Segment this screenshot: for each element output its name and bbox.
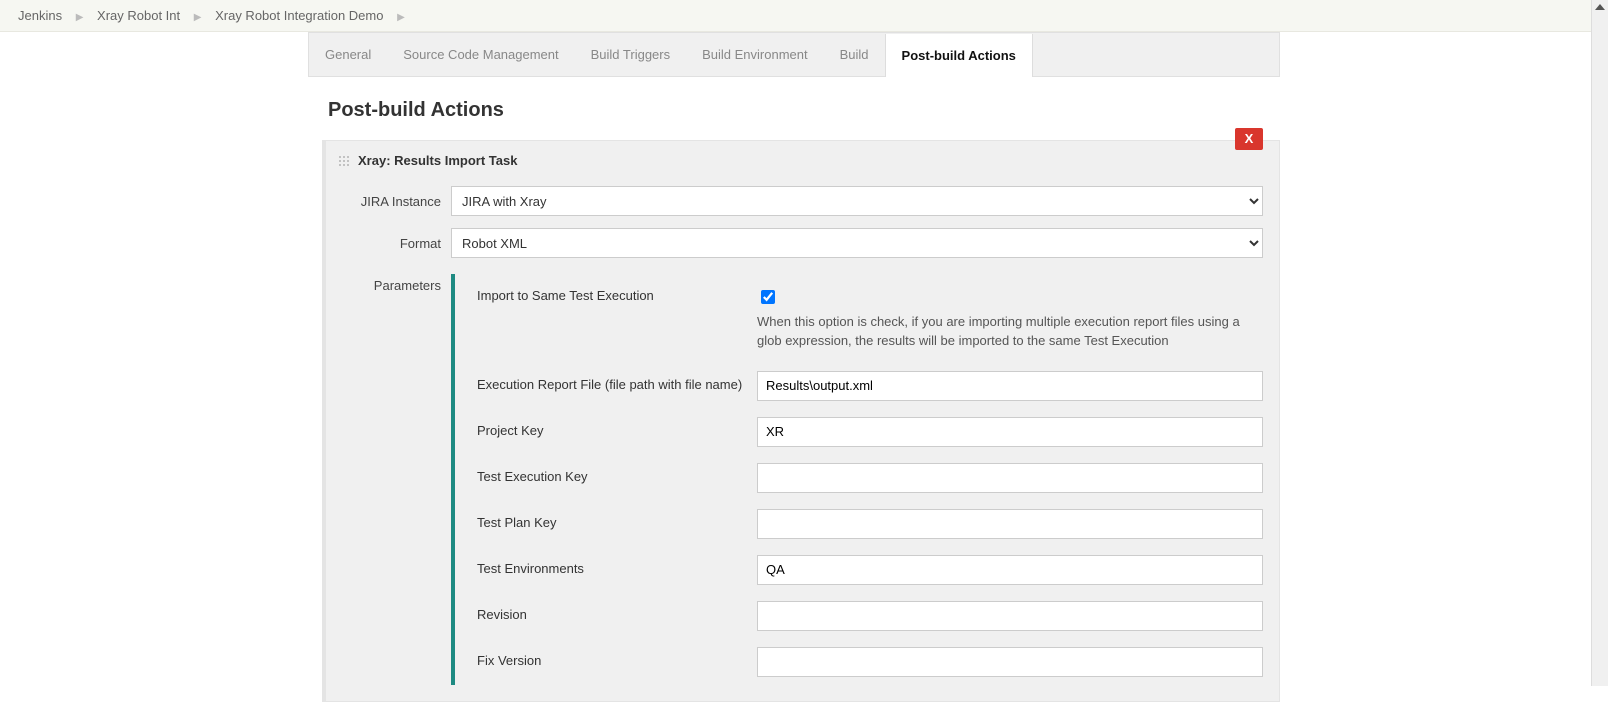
- test-exec-key-label: Test Execution Key: [477, 463, 757, 484]
- test-plan-key-input[interactable]: [757, 509, 1263, 539]
- test-plan-key-label: Test Plan Key: [477, 509, 757, 530]
- test-env-label: Test Environments: [477, 555, 757, 576]
- breadcrumb: Jenkins ▶ Xray Robot Int ▶ Xray Robot In…: [0, 0, 1608, 32]
- config-tabbar: General Source Code Management Build Tri…: [308, 32, 1280, 77]
- chevron-right-icon: ▶: [397, 12, 405, 23]
- fix-version-input[interactable]: [757, 647, 1263, 677]
- task-title: Xray: Results Import Task: [358, 153, 517, 168]
- tab-env[interactable]: Build Environment: [686, 33, 824, 76]
- drag-handle-icon[interactable]: [338, 155, 350, 167]
- xray-task-block: X Xray: Results Import Task JIRA Instanc…: [322, 140, 1280, 702]
- project-key-input[interactable]: [757, 417, 1263, 447]
- chevron-right-icon: ▶: [194, 12, 202, 23]
- parameters-label: Parameters: [356, 274, 451, 685]
- chevron-right-icon: ▶: [76, 12, 84, 23]
- scroll-up-icon: [1595, 4, 1605, 10]
- tab-general[interactable]: General: [309, 33, 387, 76]
- import-same-help: When this option is check, if you are im…: [757, 307, 1263, 355]
- jira-instance-select[interactable]: JIRA with Xray: [451, 186, 1263, 216]
- breadcrumb-project[interactable]: Xray Robot Int: [97, 8, 180, 23]
- test-env-input[interactable]: [757, 555, 1263, 585]
- report-file-label: Execution Report File (file path with fi…: [477, 371, 757, 392]
- breadcrumb-job[interactable]: Xray Robot Integration Demo: [215, 8, 383, 23]
- project-key-label: Project Key: [477, 417, 757, 438]
- page-title: Post-build Actions: [308, 77, 1280, 140]
- format-label: Format: [356, 236, 451, 251]
- breadcrumb-jenkins[interactable]: Jenkins: [18, 8, 62, 23]
- scrollbar[interactable]: [1591, 0, 1608, 686]
- report-file-input[interactable]: [757, 371, 1263, 401]
- test-exec-key-input[interactable]: [757, 463, 1263, 493]
- revision-input[interactable]: [757, 601, 1263, 631]
- revision-label: Revision: [477, 601, 757, 622]
- import-same-label: Import to Same Test Execution: [477, 282, 757, 303]
- tab-build[interactable]: Build: [824, 33, 885, 76]
- delete-task-button[interactable]: X: [1235, 128, 1263, 150]
- import-same-checkbox[interactable]: [761, 290, 775, 304]
- format-select[interactable]: Robot XML: [451, 228, 1263, 258]
- tab-scm[interactable]: Source Code Management: [387, 33, 574, 76]
- fix-version-label: Fix Version: [477, 647, 757, 668]
- jira-instance-label: JIRA Instance: [356, 194, 451, 209]
- tab-triggers[interactable]: Build Triggers: [575, 33, 686, 76]
- tab-postbuild[interactable]: Post-build Actions: [885, 34, 1033, 77]
